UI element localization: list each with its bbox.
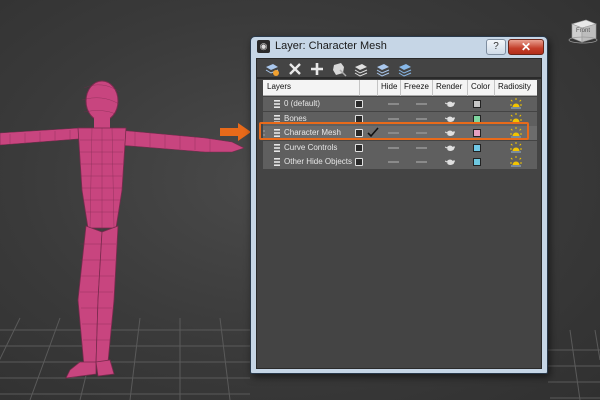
column-freeze[interactable]: Freeze: [404, 82, 429, 91]
dialog-titlebar[interactable]: ◉ Layer: Character Mesh ? ✕: [251, 37, 547, 57]
render-teapot-icon[interactable]: [445, 100, 456, 108]
highlight-selected-icon[interactable]: [353, 61, 369, 77]
radiosity-icon[interactable]: [510, 141, 522, 154]
layer-dialog[interactable]: ◉ Layer: Character Mesh ? ✕ Layers Hide …: [250, 36, 548, 374]
render-teapot-icon[interactable]: [445, 158, 456, 166]
current-layer-checkbox[interactable]: [355, 143, 363, 152]
dialog-title: Layer: Character Mesh: [275, 40, 387, 52]
column-hide[interactable]: Hide: [381, 82, 397, 91]
highlight-annotation: [259, 122, 529, 140]
layer-name[interactable]: Curve Controls: [284, 143, 337, 152]
current-layer-checkbox[interactable]: [355, 158, 363, 166]
radiosity-icon[interactable]: [510, 156, 522, 168]
create-new-layer-icon[interactable]: [264, 61, 280, 77]
layer-stack-icon: [274, 143, 280, 152]
current-layer-checkbox[interactable]: [355, 100, 363, 108]
layer-toolbar: [256, 58, 542, 78]
radiosity-icon[interactable]: [510, 98, 522, 110]
hide-unhide-all-icon[interactable]: [375, 61, 391, 77]
layer-list-header: Layers Hide Freeze Render Color Radiosit…: [263, 80, 537, 96]
viewcube-label: Front: [576, 28, 591, 34]
column-radiosity[interactable]: Radiosity: [498, 82, 531, 91]
layer-row[interactable]: Curve Controls: [263, 140, 537, 155]
layer-name[interactable]: 0 (default): [284, 99, 320, 108]
layer-color-swatch[interactable]: [473, 100, 481, 108]
freeze-toggle[interactable]: [416, 146, 427, 149]
freeze-toggle[interactable]: [416, 161, 427, 163]
freeze-unfreeze-all-icon[interactable]: [397, 61, 413, 77]
hide-toggle[interactable]: [388, 146, 399, 149]
column-color[interactable]: Color: [471, 82, 490, 91]
layer-stack-icon: [274, 100, 280, 108]
character-mesh[interactable]: [0, 80, 245, 379]
add-to-layer-icon[interactable]: [309, 61, 325, 77]
layer-color-swatch[interactable]: [473, 143, 481, 152]
delete-layer-icon[interactable]: [287, 61, 303, 77]
select-objects-icon[interactable]: [331, 61, 347, 77]
render-teapot-icon[interactable]: [445, 144, 456, 152]
hide-toggle[interactable]: [388, 117, 399, 120]
callout-arrow-icon: [220, 123, 251, 141]
help-button[interactable]: ?: [486, 39, 506, 55]
hide-toggle[interactable]: [388, 161, 399, 163]
app-icon: ◉: [257, 40, 270, 53]
freeze-toggle[interactable]: [416, 103, 427, 105]
column-layers[interactable]: Layers: [267, 82, 291, 91]
close-button[interactable]: ✕: [508, 39, 544, 55]
layer-stack-icon: [274, 158, 280, 166]
layer-name[interactable]: Other Hide Objects: [284, 157, 352, 166]
layer-row[interactable]: 0 (default): [263, 97, 537, 111]
freeze-toggle[interactable]: [416, 117, 427, 120]
layer-row[interactable]: Other Hide Objects: [263, 155, 537, 169]
hide-toggle[interactable]: [388, 103, 399, 105]
column-render[interactable]: Render: [436, 82, 462, 91]
layer-color-swatch[interactable]: [473, 158, 481, 166]
